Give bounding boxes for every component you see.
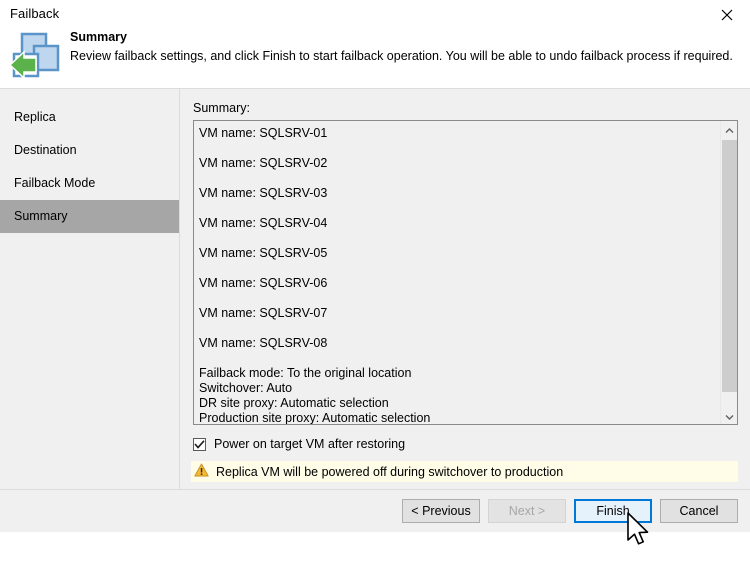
- chevron-up-icon: [725, 123, 734, 137]
- detail-line-failback-mode: Failback mode: To the original location: [199, 366, 721, 381]
- scroll-up-button[interactable]: [721, 121, 738, 138]
- vertical-scrollbar[interactable]: [720, 121, 737, 424]
- sidebar-item-destination[interactable]: Destination: [0, 134, 179, 167]
- list-item: VM name: SQLSRV-08: [199, 336, 721, 366]
- power-on-target-vm-checkbox[interactable]: [193, 438, 206, 451]
- next-button[interactable]: Next >: [488, 499, 566, 523]
- page-title: Summary: [70, 30, 127, 44]
- failback-replica-icon: [8, 28, 68, 84]
- sidebar-item-replica[interactable]: Replica: [0, 101, 179, 134]
- detail-line-production-site-proxy: Production site proxy: Automatic selecti…: [199, 411, 721, 424]
- detail-line-switchover: Switchover: Auto: [199, 381, 721, 396]
- sidebar-item-summary[interactable]: Summary: [0, 200, 179, 233]
- chevron-down-icon: [725, 409, 734, 423]
- cancel-button[interactable]: Cancel: [660, 499, 738, 523]
- scrollbar-thumb[interactable]: [722, 140, 737, 392]
- close-icon: [721, 9, 733, 21]
- sidebar-item-label: Failback Mode: [14, 176, 95, 190]
- detail-line-dr-site-proxy: DR site proxy: Automatic selection: [199, 396, 721, 411]
- wizard-body: Replica Destination Failback Mode Summar…: [0, 88, 750, 489]
- warning-triangle-icon: [194, 463, 209, 480]
- footer-button-bar: < Previous Next > Finish Cancel: [0, 489, 750, 532]
- page-subtitle: Review failback settings, and click Fini…: [70, 49, 733, 63]
- list-item: VM name: SQLSRV-07: [199, 306, 721, 336]
- warning-banner: Replica VM will be powered off during sw…: [191, 461, 738, 482]
- scroll-down-button[interactable]: [721, 407, 738, 424]
- summary-label: Summary:: [193, 101, 250, 115]
- power-on-target-vm-label: Power on target VM after restoring: [214, 437, 405, 451]
- list-item: VM name: SQLSRV-01: [199, 126, 721, 156]
- wizard-step-sidebar: Replica Destination Failback Mode Summar…: [0, 89, 180, 489]
- close-button[interactable]: [704, 0, 750, 30]
- title-bar: Failback: [0, 0, 750, 30]
- finish-button[interactable]: Finish: [574, 499, 652, 523]
- sidebar-item-label: Destination: [14, 143, 77, 157]
- warning-text: Replica VM will be powered off during sw…: [216, 465, 563, 479]
- list-item: VM name: SQLSRV-03: [199, 186, 721, 216]
- window-title: Failback: [10, 6, 59, 21]
- header-banner: Summary Review failback settings, and cl…: [0, 30, 750, 88]
- sidebar-item-label: Summary: [14, 209, 67, 223]
- sidebar-item-label: Replica: [14, 110, 56, 124]
- failback-wizard-window: Failback Summary Review failback setting…: [0, 0, 750, 532]
- list-item: VM name: SQLSRV-04: [199, 216, 721, 246]
- summary-content: VM name: SQLSRV-01 VM name: SQLSRV-02 VM…: [194, 121, 721, 424]
- previous-button[interactable]: < Previous: [402, 499, 480, 523]
- power-on-target-vm-row[interactable]: Power on target VM after restoring: [193, 437, 405, 451]
- list-item: VM name: SQLSRV-02: [199, 156, 721, 186]
- summary-textbox[interactable]: VM name: SQLSRV-01 VM name: SQLSRV-02 VM…: [193, 120, 738, 425]
- checkmark-icon: [194, 440, 205, 449]
- sidebar-item-failback-mode[interactable]: Failback Mode: [0, 167, 179, 200]
- summary-panel: Summary: VM name: SQLSRV-01 VM name: SQL…: [181, 89, 750, 489]
- list-item: VM name: SQLSRV-06: [199, 276, 721, 306]
- list-item: VM name: SQLSRV-05: [199, 246, 721, 276]
